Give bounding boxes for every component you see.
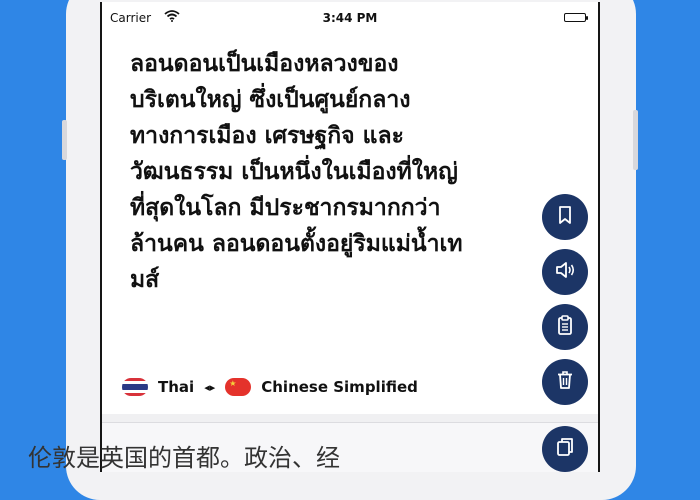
paste-button[interactable] — [542, 304, 588, 350]
copy-button[interactable] — [542, 426, 588, 472]
source-language[interactable]: Thai — [158, 378, 194, 396]
app-screen: Carrier 3:44 PM ลอนดอนเป็นเมืองหลวงของ บ… — [100, 2, 600, 472]
swap-languages-icon[interactable]: ◂▸ — [204, 381, 215, 394]
bookmark-icon — [553, 203, 577, 231]
side-button-right — [633, 110, 638, 170]
side-button-left — [62, 120, 67, 160]
source-text[interactable]: ลอนดอนเป็นเมืองหลวงของ บริเตนใหญ่ ซึ่งเป… — [130, 46, 532, 298]
target-language[interactable]: Chinese Simplified — [261, 378, 418, 396]
status-time: 3:44 PM — [322, 11, 378, 25]
delete-button[interactable] — [542, 359, 588, 405]
speak-button[interactable] — [542, 249, 588, 295]
copy-icon — [553, 435, 577, 463]
china-flag-icon — [225, 378, 252, 396]
translated-text[interactable]: 伦敦是英国的首都。政治、经 — [28, 438, 340, 473]
language-selector[interactable]: Thai ◂▸ Chinese Simplified — [122, 375, 418, 399]
clipboard-icon — [553, 313, 577, 341]
speaker-icon — [553, 258, 577, 286]
status-bar: Carrier 3:44 PM — [102, 2, 598, 32]
card-divider — [102, 414, 598, 422]
battery-icon — [564, 13, 588, 22]
bookmark-button[interactable] — [542, 194, 588, 240]
thai-flag-icon — [122, 378, 148, 396]
trash-icon — [553, 368, 577, 396]
